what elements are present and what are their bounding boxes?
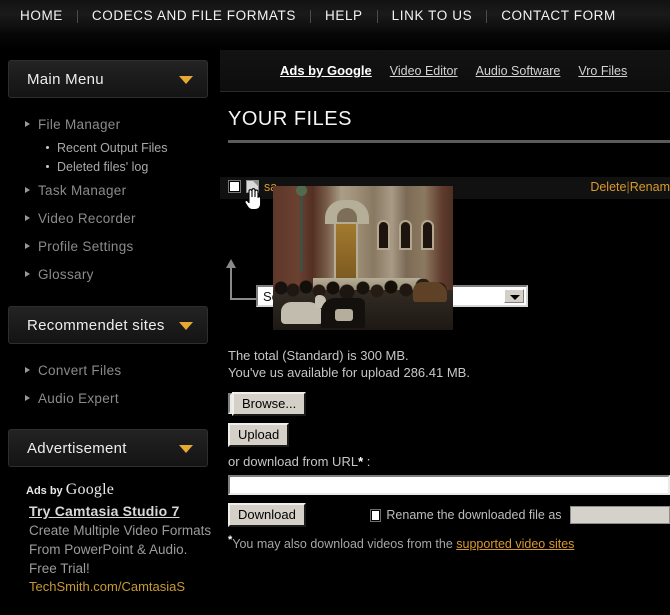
sidebar-item-file-manager[interactable]: File Manager [0, 110, 220, 138]
quota-line-1: The total (Standard) is 300 MB. [228, 348, 409, 363]
file-row-actions: Delete|Renam [590, 180, 670, 194]
chevron-down-icon [179, 76, 193, 84]
chevron-right-icon [25, 395, 30, 401]
download-url-label: or download from URL* : [228, 454, 670, 469]
bullet-icon [46, 146, 49, 149]
bullet-icon [46, 165, 49, 168]
chevron-right-icon [25, 215, 30, 221]
title-divider [228, 140, 670, 143]
nav-item-home[interactable]: HOME [6, 0, 77, 32]
chevron-down-icon[interactable] [504, 289, 524, 303]
chevron-right-icon [25, 187, 30, 193]
file-thumbnail-preview [273, 186, 453, 330]
delete-link[interactable]: Delete [590, 180, 626, 194]
ad-link-audio-software[interactable]: Audio Software [476, 64, 561, 78]
sidebar-item-label: Task Manager [38, 182, 127, 198]
download-url-label-text: or download from URL [228, 454, 359, 469]
chevron-right-icon [25, 271, 30, 277]
download-button[interactable]: Download [228, 503, 306, 527]
chevron-down-icon [179, 322, 193, 330]
sidebar-item-audio-expert[interactable]: Audio Expert [0, 384, 220, 412]
ads-by-prefix: Ads by [26, 485, 66, 497]
rename-downloaded-checkbox[interactable] [369, 508, 382, 522]
chevron-down-icon [179, 445, 193, 453]
sidebar-panel-advertisement[interactable]: Advertisement [8, 429, 208, 467]
hand-cursor [244, 188, 261, 210]
sidebar-item-label: Profile Settings [38, 238, 134, 254]
rename-downloaded-input[interactable] [569, 506, 670, 524]
page-root: HOME CODECS AND FILE FORMATS HELP LINK T… [0, 0, 670, 615]
sidebar-item-label: Convert Files [38, 362, 122, 378]
google-wordmark: Google [65, 481, 115, 498]
ad-display-url: TechSmith.com/CamtasiaS [29, 579, 186, 594]
rename-link[interactable]: Renam [630, 180, 670, 194]
browse-button[interactable]: Browse... [232, 392, 307, 416]
label-colon: : [366, 454, 371, 469]
ad-link-video-editor[interactable]: Video Editor [390, 64, 458, 78]
nav-item-contact-form[interactable]: CONTACT FORM [487, 0, 630, 32]
supported-sites-footnote: *You may also download videos from the s… [228, 534, 574, 551]
sidebar-recommended-list: Convert Files Audio Expert [0, 356, 220, 412]
sidebar-item-label: Glossary [38, 266, 94, 282]
sidebar-item-label: Recent Output Files [57, 140, 168, 155]
ad-description: Create Multiple Video Formats From Power… [29, 523, 212, 576]
upload-controls: Browse... Upload [228, 392, 307, 447]
chevron-right-icon [25, 121, 30, 127]
sidebar: Main Menu File Manager Recent Output Fil… [0, 50, 220, 615]
main-content: Ads by Google Video Editor Audio Softwar… [220, 50, 670, 615]
google-ads-bar: Ads by Google Video Editor Audio Softwar… [220, 50, 670, 92]
download-from-url-section: or download from URL* : Download Rename … [228, 454, 670, 527]
download-url-input[interactable] [228, 475, 670, 495]
chevron-right-icon [25, 243, 30, 249]
sidebar-item-deleted-files-log[interactable]: Deleted files' log [0, 157, 220, 176]
footnote-text: You may also download videos from the [232, 537, 457, 552]
chevron-right-icon [25, 367, 30, 373]
sidebar-item-label: Audio Expert [38, 390, 119, 406]
ads-by-google-link[interactable]: Ads by Google [280, 63, 372, 78]
nav-item-link-to-us[interactable]: LINK TO US [378, 0, 487, 32]
sidebar-item-task-manager[interactable]: Task Manager [0, 176, 220, 204]
storage-quota-text: The total (Standard) is 300 MB. You've u… [228, 347, 668, 381]
required-asterisk: * [358, 454, 364, 469]
nav-item-codecs-and-file-formats[interactable]: CODECS AND FILE FORMATS [78, 0, 310, 32]
sidebar-panel-title: Main Menu [27, 70, 104, 88]
sidebar-item-video-recorder[interactable]: Video Recorder [0, 204, 220, 232]
connector-arrow-icon [226, 259, 256, 300]
sidebar-panel-title: Advertisement [27, 439, 127, 457]
quota-line-2: You've us available for upload 286.41 MB… [228, 365, 470, 380]
upload-button[interactable]: Upload [228, 423, 290, 447]
supported-video-sites-link[interactable]: supported video sites [456, 537, 574, 551]
sidebar-item-label: File Manager [38, 116, 121, 132]
sidebar-item-convert-files[interactable]: Convert Files [0, 356, 220, 384]
ad-link-vro-files[interactable]: Vro Files [578, 64, 627, 78]
preview-overlay-shade [273, 186, 453, 330]
sidebar-item-glossary[interactable]: Glossary [0, 260, 220, 288]
rename-downloaded-label: Rename the downloaded file as [386, 508, 562, 522]
page-title: YOUR FILES [228, 108, 352, 130]
sidebar-panel-main-menu[interactable]: Main Menu [8, 60, 208, 98]
nav-item-help[interactable]: HELP [311, 0, 377, 32]
download-action-row: Download Rename the downloaded file as [228, 503, 670, 527]
sidebar-panel-title: Recommendet sites [27, 316, 165, 334]
file-select-checkbox[interactable] [228, 180, 241, 193]
sidebar-panel-recommended-sites[interactable]: Recommendet sites [8, 306, 208, 344]
ad-headline-link[interactable]: Try Camtasia Studio 7 [0, 502, 220, 520]
sidebar-main-menu-list: File Manager Recent Output Files Deleted… [0, 110, 220, 288]
header-gradient [0, 32, 670, 50]
sidebar-item-label: Video Recorder [38, 210, 136, 226]
sidebar-item-recent-output-files[interactable]: Recent Output Files [0, 138, 220, 157]
sidebar-item-profile-settings[interactable]: Profile Settings [0, 232, 220, 260]
top-navigation: HOME CODECS AND FILE FORMATS HELP LINK T… [0, 0, 670, 32]
sidebar-item-label: Deleted files' log [57, 159, 149, 174]
ads-by-google-label: Ads by Google [0, 467, 220, 502]
